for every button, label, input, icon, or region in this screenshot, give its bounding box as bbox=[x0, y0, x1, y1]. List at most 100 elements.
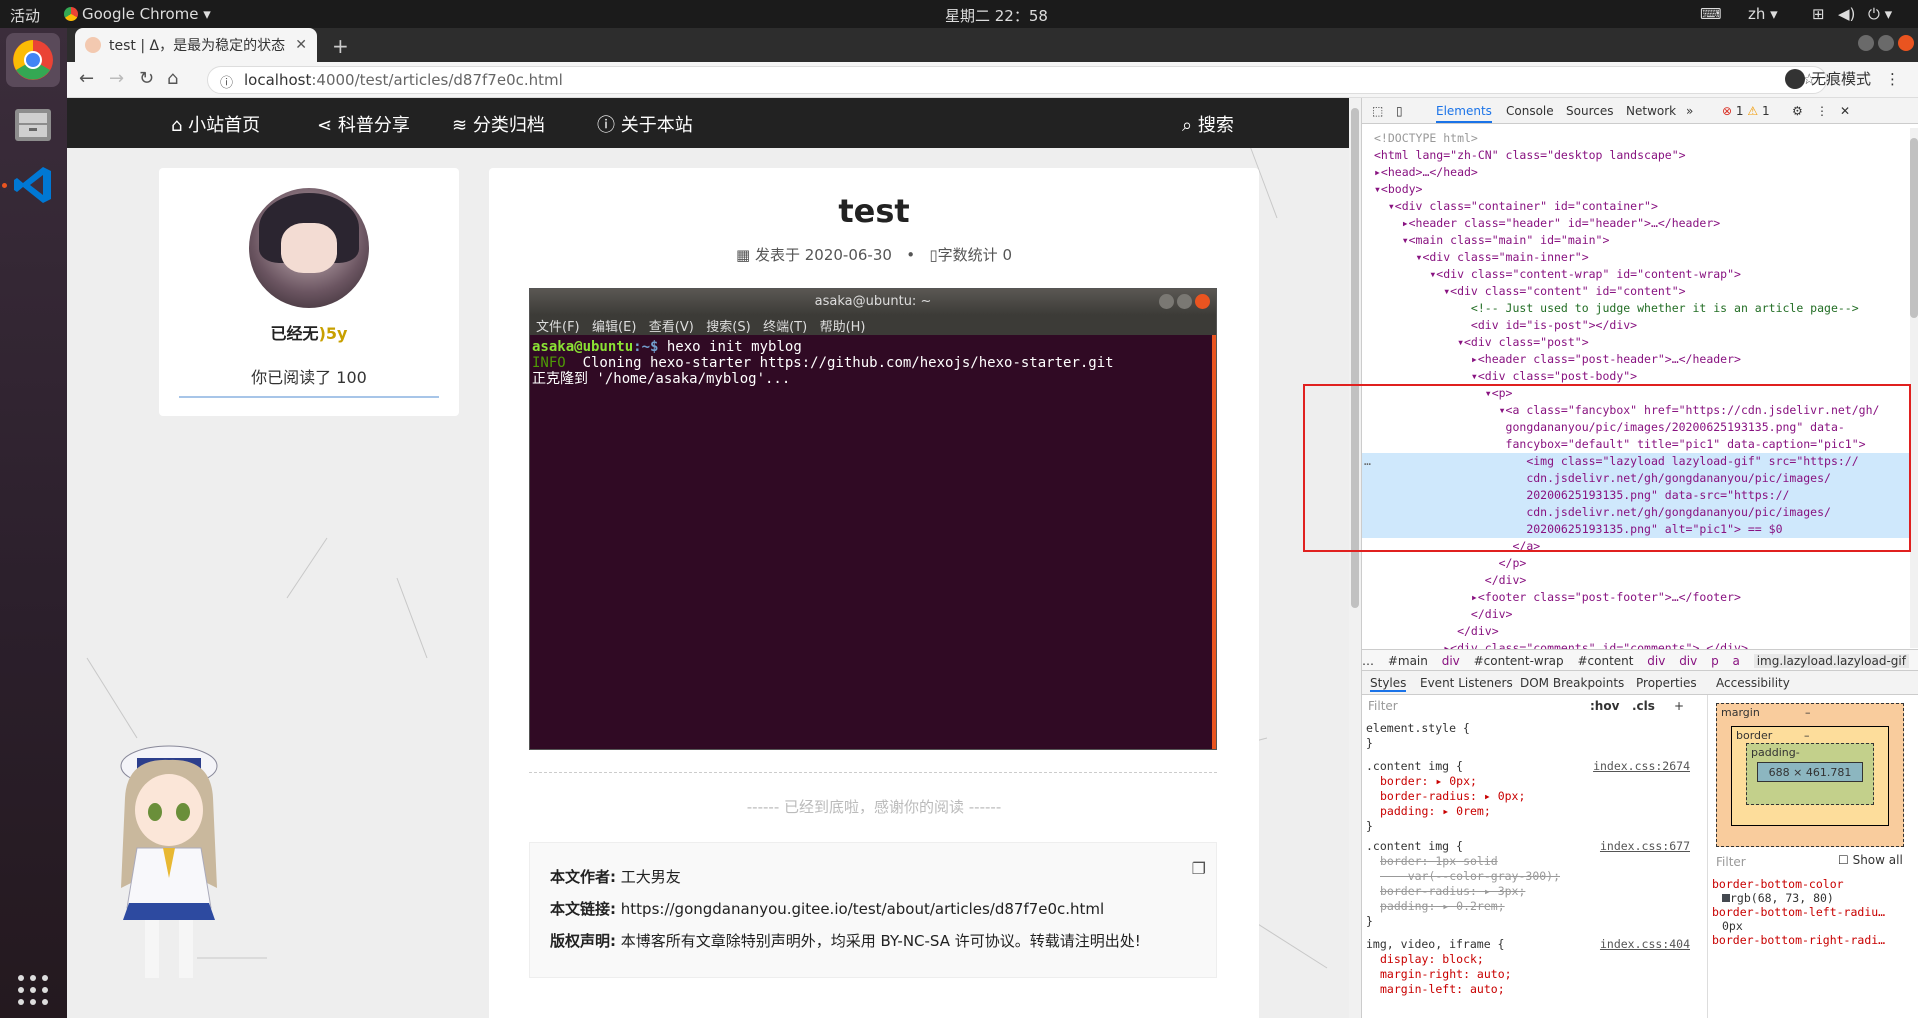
elements-tree[interactable]: <!DOCTYPE html> <html lang="zh-CN" class=… bbox=[1362, 124, 1910, 649]
page-scroll-thumb[interactable] bbox=[1351, 108, 1359, 608]
box-padding[interactable]: padding- 688 × 461.781 bbox=[1746, 743, 1874, 805]
dom-node-line[interactable]: ▾<div class="container" id="container"> bbox=[1374, 198, 1910, 215]
styles-filter-input[interactable]: Filter :hov .cls + bbox=[1368, 699, 1698, 719]
devtools-close-icon[interactable]: ✕ bbox=[1840, 104, 1850, 118]
dom-node-line[interactable]: </div> bbox=[1374, 623, 1910, 640]
dom-node-line[interactable]: ▾<div class="post"> bbox=[1374, 334, 1910, 351]
crumb-content-wrap[interactable]: #content-wrap bbox=[1474, 654, 1564, 668]
dom-node-line[interactable]: </div> bbox=[1374, 572, 1910, 589]
dom-node-line[interactable]: ▾<div class="content-wrap" id="content-w… bbox=[1374, 266, 1910, 283]
rule2-source-link[interactable]: index.css:677 bbox=[1600, 839, 1690, 854]
hov-toggle[interactable]: :hov bbox=[1590, 699, 1619, 714]
crumb-a[interactable]: a bbox=[1733, 654, 1740, 668]
rule2-prop-padding[interactable]: padding: ▸ 0.2rem; bbox=[1380, 899, 1505, 914]
settings-gear-icon[interactable]: ⚙ bbox=[1792, 104, 1803, 118]
back-icon[interactable]: ← bbox=[79, 68, 94, 89]
nav-share[interactable]: ⋖ 科普分享 bbox=[317, 111, 410, 137]
dom-node-line[interactable]: cdn.jsdelivr.net/gh/gongdananyou/pic/ima… bbox=[1362, 470, 1910, 487]
tab-elements[interactable]: Elements bbox=[1436, 104, 1492, 123]
rule1-prop-radius[interactable]: border-radius: ▸ 0px; bbox=[1380, 789, 1525, 804]
maximize-button[interactable] bbox=[1878, 35, 1894, 51]
tab-close-icon[interactable]: ✕ bbox=[295, 37, 307, 53]
nav-archive[interactable]: ≋ 分类归档 bbox=[452, 111, 545, 137]
show-all-checkbox[interactable]: ☐ Show all bbox=[1838, 853, 1903, 867]
rule2-prop-radius[interactable]: border-radius: ▸ 3px; bbox=[1380, 884, 1525, 899]
crumb-img[interactable]: img.lazyload.lazyload-gif bbox=[1753, 654, 1909, 668]
dom-node-line[interactable]: ▾<div class="main-inner"> bbox=[1374, 249, 1910, 266]
rule1-prop-border[interactable]: border: ▸ 0px; bbox=[1380, 774, 1477, 789]
dom-node-line[interactable]: 20200625193135.png" alt="pic1"> == $0 bbox=[1362, 521, 1910, 538]
dom-node-line[interactable]: ▾<body> bbox=[1374, 181, 1910, 198]
dom-node-line[interactable]: <div id="is-post"></div> bbox=[1374, 317, 1910, 334]
inspect-icon[interactable]: ⬚ bbox=[1372, 104, 1383, 118]
close-window-button[interactable] bbox=[1898, 35, 1914, 51]
post-title[interactable]: test bbox=[489, 192, 1259, 230]
dom-node-line[interactable]: fancybox="default" title="pic1" data-cap… bbox=[1374, 436, 1910, 453]
dom-node-line[interactable]: </p> bbox=[1374, 555, 1910, 572]
rule1-source-link[interactable]: index.css:2674 bbox=[1593, 759, 1690, 774]
box-margin[interactable]: margin – border – padding- 688 × 461.781 bbox=[1716, 703, 1904, 847]
terminal-screenshot-image[interactable]: asaka@ubuntu: ~ 文件(F) 编辑(E) 查看(V) 搜索(S) … bbox=[529, 288, 1217, 750]
computed-filter-input[interactable]: Filter bbox=[1716, 855, 1746, 869]
rule1-selector[interactable]: .content img { bbox=[1366, 759, 1463, 773]
dom-node-line[interactable]: ▸<header class="header" id="header">…</h… bbox=[1374, 215, 1910, 232]
new-tab-button[interactable]: + bbox=[332, 34, 349, 58]
computed-prop-name-2[interactable]: border-bottom-left-radiu… bbox=[1712, 905, 1885, 919]
error-counter[interactable]: ⊗ 1 ⚠ 1 bbox=[1722, 104, 1770, 118]
dock-files-icon[interactable] bbox=[6, 98, 60, 152]
tab-styles[interactable]: Styles bbox=[1370, 676, 1407, 692]
computed-prop-name-3[interactable]: border-bottom-right-radi… bbox=[1712, 933, 1885, 947]
tab-active[interactable]: test | Δ，是最为稳定的状态 ✕ bbox=[75, 28, 317, 62]
crumb-p[interactable]: p bbox=[1711, 654, 1719, 668]
rule3-prop-display[interactable]: display: block; bbox=[1380, 952, 1484, 967]
tab-properties[interactable]: Properties bbox=[1636, 676, 1697, 690]
rule3-prop-margin-right[interactable]: margin-right: auto; bbox=[1380, 967, 1512, 982]
selected-node-dots-icon[interactable]: … bbox=[1364, 453, 1371, 470]
dom-node-line[interactable]: ▸<div class="comments" id="comments">…</… bbox=[1374, 640, 1910, 649]
dock-chrome-icon[interactable] bbox=[6, 33, 60, 87]
dock-vscode-icon[interactable] bbox=[6, 158, 60, 212]
incognito-indicator[interactable]: 无痕模式 ⋮ bbox=[1784, 68, 1900, 89]
dom-node-line[interactable]: <!-- Just used to judge whether it is an… bbox=[1374, 300, 1910, 317]
dom-scrollbar[interactable] bbox=[1910, 128, 1918, 648]
tab-console[interactable]: Console bbox=[1506, 104, 1554, 118]
reload-icon[interactable]: ↻ bbox=[139, 68, 154, 89]
keyboard-icon[interactable]: ⌨ bbox=[1700, 5, 1722, 23]
page-scrollbar[interactable] bbox=[1349, 98, 1361, 1018]
post-permalink[interactable]: https://gongdananyou.gitee.io/test/about… bbox=[621, 900, 1104, 918]
more-tabs-icon[interactable]: » bbox=[1686, 104, 1693, 118]
dom-node-line[interactable]: <img class="lazyload lazyload-gif" src="… bbox=[1362, 453, 1910, 470]
devtools-menu-icon[interactable]: ⋮ bbox=[1816, 104, 1828, 118]
dom-node-line[interactable]: ▸<footer class="post-footer">…</footer> bbox=[1374, 589, 1910, 606]
dom-scroll-thumb[interactable] bbox=[1910, 138, 1918, 318]
dom-node-line[interactable]: ▾<div class="post-body"> bbox=[1374, 368, 1910, 385]
computed-prop-name[interactable]: border-bottom-color bbox=[1712, 877, 1885, 891]
dom-node-line[interactable]: <html lang="zh-CN" class="desktop landsc… bbox=[1374, 147, 1910, 164]
home-icon[interactable]: ⌂ bbox=[167, 68, 178, 89]
cls-toggle[interactable]: .cls bbox=[1632, 699, 1655, 714]
rule2-selector[interactable]: .content img { bbox=[1366, 839, 1463, 853]
copy-icon[interactable]: ❐ bbox=[1192, 853, 1206, 885]
live2d-mascot[interactable] bbox=[107, 738, 237, 988]
address-bar[interactable]: ⓘ localhost:4000/test/articles/d87f7e0c.… bbox=[207, 66, 1827, 94]
crumb-main[interactable]: #main bbox=[1388, 654, 1428, 668]
forward-icon[interactable]: → bbox=[109, 68, 124, 89]
rule3-source-link[interactable]: index.css:404 bbox=[1600, 937, 1690, 952]
box-content-size[interactable]: 688 × 461.781 bbox=[1757, 762, 1863, 782]
dom-node-line[interactable]: cdn.jsdelivr.net/gh/gongdananyou/pic/ima… bbox=[1362, 504, 1910, 521]
dom-node-line[interactable]: ▾<p> bbox=[1374, 385, 1910, 402]
info-icon[interactable]: ⓘ bbox=[220, 72, 233, 91]
rule3-prop-margin-left[interactable]: margin-left: auto; bbox=[1380, 982, 1505, 997]
volume-icon[interactable]: ◀) bbox=[1838, 5, 1855, 23]
avatar[interactable] bbox=[249, 188, 369, 308]
crumb-div-post[interactable]: div bbox=[1647, 654, 1665, 668]
dom-node-line[interactable]: ▸<head>…</head> bbox=[1374, 164, 1910, 181]
crumb-content[interactable]: #content bbox=[1577, 654, 1633, 668]
dom-node-line[interactable]: <!DOCTYPE html> bbox=[1374, 130, 1910, 147]
dom-node-line[interactable]: ▾<a class="fancybox" href="https://cdn.j… bbox=[1374, 402, 1910, 419]
crumb-div-post-body[interactable]: div bbox=[1679, 654, 1697, 668]
dom-node-line[interactable]: ▾<div class="content" id="content"> bbox=[1374, 283, 1910, 300]
rule1-prop-padding[interactable]: padding: ▸ 0rem; bbox=[1380, 804, 1491, 819]
dom-node-line[interactable]: ▾<main class="main" id="main"> bbox=[1374, 232, 1910, 249]
dom-node-line[interactable]: gongdananyou/pic/images/20200625193135.p… bbox=[1374, 419, 1910, 436]
